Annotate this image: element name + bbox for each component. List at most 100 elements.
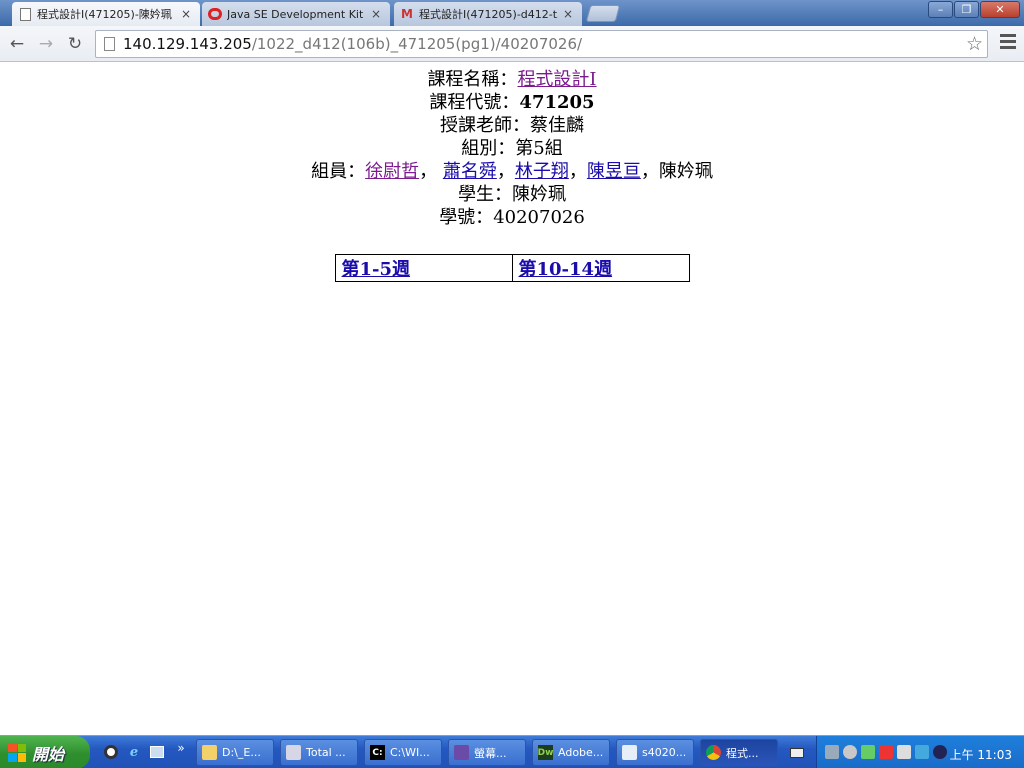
document-icon xyxy=(18,7,32,21)
student-id: 40207026 xyxy=(493,207,585,228)
member-separator: ， xyxy=(496,161,515,182)
member-separator: ， xyxy=(568,161,587,182)
tab-close-icon[interactable]: × xyxy=(562,7,574,21)
desktop-icon[interactable] xyxy=(148,743,166,761)
new-tab-button[interactable] xyxy=(585,5,621,22)
course-name-label: 課程名稱： xyxy=(427,69,518,90)
task-file[interactable]: s4020... xyxy=(616,739,694,766)
tab-java-se[interactable]: Java SE Development Kit 7 - × xyxy=(202,2,390,26)
members-label: 組員： xyxy=(311,161,366,182)
internet-explorer-icon[interactable]: e xyxy=(125,743,143,761)
task-label: C:\WI... xyxy=(390,746,430,759)
page-icon xyxy=(104,37,115,51)
gmail-icon: M xyxy=(401,7,413,21)
task-chrome[interactable]: 程式... xyxy=(700,739,778,766)
member-separator: ， xyxy=(419,161,443,182)
display-icon[interactable] xyxy=(915,745,929,759)
page-content: 課程名稱：程式設計I 課程代號：471205 授課老師：蔡佳麟 組別：第5組 組… xyxy=(0,63,1024,735)
teacher-row: 授課老師：蔡佳麟 xyxy=(0,114,1024,137)
teacher-name: 蔡佳麟 xyxy=(530,115,584,136)
student-id-label: 學號： xyxy=(439,207,494,228)
minimize-button[interactable]: – xyxy=(928,1,953,18)
bookmark-star-icon[interactable]: ☆ xyxy=(966,33,983,55)
weeks-1-5-link[interactable]: 第1-5週 xyxy=(342,259,411,280)
quick-launch-more-icon[interactable]: » xyxy=(172,739,190,757)
screen-icon xyxy=(454,745,469,760)
course-name-link[interactable]: 程式設計I xyxy=(517,69,596,90)
tab-title: 程式設計I(471205)-d412-t5 xyxy=(419,8,558,21)
browser-title-bar: 程式設計I(471205)-陳妗珮 × Java SE Development … xyxy=(0,0,1024,26)
task-label: s4020... xyxy=(642,746,687,759)
back-button[interactable]: ← xyxy=(5,32,29,56)
task-label: 螢幕... xyxy=(474,746,507,760)
disk-icon xyxy=(286,745,301,760)
task-label: Total ... xyxy=(306,746,346,759)
student-id-row: 學號：40207026 xyxy=(0,206,1024,229)
member-link[interactable]: 蕭名舜 xyxy=(443,161,497,182)
tab-close-icon[interactable]: × xyxy=(370,7,382,21)
chrome-icon xyxy=(706,745,721,760)
weeks-10-14-link[interactable]: 第10-14週 xyxy=(519,259,613,280)
forward-button[interactable]: → xyxy=(34,32,58,56)
maximize-button[interactable]: ❐ xyxy=(954,1,979,18)
task-label: D:\_E... xyxy=(222,746,261,759)
tab-course-page[interactable]: 程式設計I(471205)-陳妗珮 × xyxy=(12,2,200,26)
members-row: 組員：徐尉哲， 蕭名舜，林子翔，陳昱亘，陳妗珮 xyxy=(0,160,1024,183)
folder-icon xyxy=(202,745,217,760)
student-label: 學生： xyxy=(458,184,512,205)
course-code-label: 課程代號： xyxy=(429,92,520,113)
group-value: 第5組 xyxy=(515,138,563,159)
member-separator: ， xyxy=(640,161,659,182)
clock: 上午 11:03 xyxy=(949,748,1012,762)
start-button[interactable]: 開始 xyxy=(0,736,90,768)
windows-flag-icon xyxy=(8,743,26,762)
media-icon[interactable] xyxy=(843,745,857,759)
network-icon[interactable] xyxy=(825,745,839,759)
course-name-row: 課程名稱：程式設計I xyxy=(0,68,1024,91)
url-host: 140.129.143.205 xyxy=(123,35,252,53)
monitor-icon[interactable] xyxy=(897,745,911,759)
course-code-row: 課程代號：471205 xyxy=(0,91,1024,114)
member-link[interactable]: 陳昱亘 xyxy=(587,161,641,182)
browser-menu-icon[interactable] xyxy=(1000,34,1016,52)
student-row: 學生：陳妗珮 xyxy=(0,183,1024,206)
cmd-icon: C: xyxy=(370,745,385,760)
task-total-commander[interactable]: Total ... xyxy=(280,739,358,766)
member-self: 陳妗珮 xyxy=(658,161,713,182)
media-player-icon[interactable] xyxy=(102,743,120,761)
task-dreamweaver[interactable]: Dw Adobe... xyxy=(532,739,610,766)
task-label: 程式... xyxy=(726,746,759,760)
url-path: /1022_d412(106b)_471205(pg1)/40207026/ xyxy=(251,35,583,53)
windows-taskbar: 開始 e » D:\_E... Total ... C: C:\WI... 螢幕… xyxy=(0,735,1024,768)
teacher-label: 授課老師： xyxy=(440,115,530,136)
address-bar[interactable]: 140.129.143.205/1022_d412(106b)_471205(p… xyxy=(95,30,988,58)
tab-title: Java SE Development Kit 7 - xyxy=(227,7,366,21)
volume-icon[interactable] xyxy=(879,745,893,759)
student-name: 陳妗珮 xyxy=(512,184,566,205)
start-label: 開始 xyxy=(32,744,65,764)
member-link[interactable]: 林子翔 xyxy=(515,161,569,182)
task-screen-capture[interactable]: 螢幕... xyxy=(448,739,526,766)
reload-button[interactable]: ↻ xyxy=(63,32,87,56)
browser-toolbar: ← → ↻ 140.129.143.205/1022_d412(106b)_47… xyxy=(0,26,1024,62)
tab-title: 程式設計I(471205)-陳妗珮 xyxy=(37,8,172,21)
antivirus-icon[interactable] xyxy=(861,745,875,759)
audio-wave-icon[interactable] xyxy=(933,745,947,759)
file-icon xyxy=(622,745,637,760)
table-row: 第1-5週 第10-14週 xyxy=(334,254,690,282)
tab-close-icon[interactable]: × xyxy=(180,7,192,21)
group-row: 組別：第5組 xyxy=(0,137,1024,160)
task-explorer[interactable]: D:\_E... xyxy=(196,739,274,766)
group-label: 組別： xyxy=(461,138,516,159)
table-cell: 第10-14週 xyxy=(511,254,690,282)
task-command-prompt[interactable]: C: C:\WI... xyxy=(364,739,442,766)
tab-gmail[interactable]: M 程式設計I(471205)-d412-t5 × xyxy=(394,2,582,26)
task-label: Adobe... xyxy=(558,746,604,759)
table-cell: 第1-5週 xyxy=(334,254,513,282)
close-window-button[interactable]: ✕ xyxy=(980,1,1020,18)
dreamweaver-icon: Dw xyxy=(538,745,553,760)
member-link[interactable]: 徐尉哲 xyxy=(365,161,419,182)
weeks-table: 第1-5週 第10-14週 xyxy=(334,254,690,282)
keyboard-icon[interactable] xyxy=(788,744,806,762)
course-code: 471205 xyxy=(519,92,595,113)
